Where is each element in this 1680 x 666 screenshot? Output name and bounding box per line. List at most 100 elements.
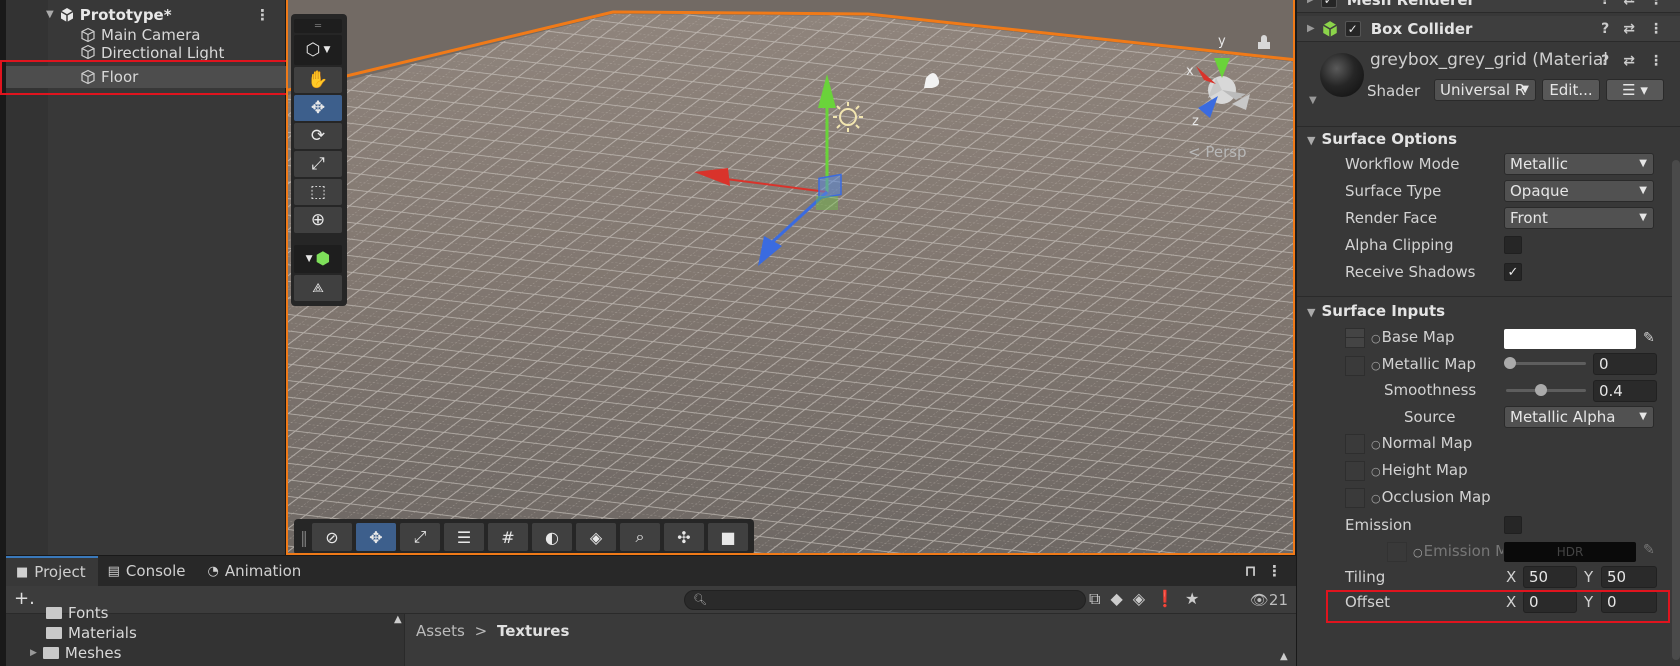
material-preview-sphere[interactable] [1320,53,1364,97]
smoothness-source-dropdown[interactable]: Metallic Alpha ▼ [1504,406,1654,428]
surface-inputs-header[interactable]: ▼ Surface Inputs [1307,302,1445,320]
hierarchy-item-main-camera[interactable]: Main Camera [6,24,286,45]
metallic-value-field[interactable]: 0 [1593,353,1657,375]
expand-arrow-icon[interactable]: ▼ [46,9,54,20]
layers-button[interactable]: ◈ [576,523,616,551]
folder-item-fonts[interactable]: Fonts [46,606,108,620]
help-icon[interactable]: ? [1601,53,1609,69]
component-enable-checkbox[interactable]: ✓ [1344,20,1361,37]
hierarchy-item-directional-light[interactable]: Directional Light [6,44,286,60]
surface-type-dropdown[interactable]: Opaque ▼ [1504,180,1654,202]
navigation-button[interactable]: ⊘ [312,523,352,551]
rect-tool-button[interactable]: ⬚ [294,179,342,205]
hierarchy-scene-row[interactable]: ▼ Prototype* ⋮ [6,4,286,25]
alpha-clipping-checkbox[interactable] [1504,236,1522,254]
tab-project[interactable]: ■ Project [6,556,98,586]
kebab-menu-icon[interactable]: ⋮ [255,6,270,24]
pivot-button[interactable]: ✣ [664,523,704,551]
normal-map-texture-slot[interactable] [1345,434,1365,454]
scroll-up-arrow-icon[interactable]: ▲ [1280,651,1288,662]
folder-item-materials[interactable]: Materials [46,624,137,642]
base-map-texture-slot[interactable] [1345,328,1365,348]
view-options-button[interactable]: ⬡ ▼ [294,35,342,65]
tiling-y-field[interactable]: 50 [1601,566,1657,588]
component-mesh-renderer[interactable]: ▶ ✓ Mesh Renderer ? ⇄ ⋮ [1297,0,1680,13]
hidden-packages-count[interactable]: 👁︎21 [1250,591,1288,609]
component-box-collider[interactable]: ▶ ✓ Box Collider ? ⇄ ⋮ [1297,16,1680,42]
tiling-x-field[interactable]: 50 [1523,566,1577,588]
lock-icon[interactable]: ⊓ [1245,562,1257,580]
shader-dropdown[interactable]: Universal R ▼ [1434,79,1536,101]
warning-icon[interactable]: ❗ [1155,589,1175,609]
base-map-color-swatch[interactable] [1504,329,1636,349]
transform-tool-button[interactable]: ⊕ [294,207,342,233]
inspector-scrollbar[interactable] [1672,160,1680,660]
material-options-button[interactable]: ☰ ▾ [1606,79,1664,101]
offset-x-field[interactable]: 0 [1523,591,1577,613]
create-button[interactable]: +. [14,588,35,609]
tab-animation[interactable]: ◔ Animation [197,556,313,586]
smoothness-slider-knob[interactable] [1535,384,1547,396]
kebab-menu-icon[interactable]: ⋮ [1649,0,1663,8]
settings-sliders-button[interactable]: ☰ [444,523,484,551]
move-tool-button[interactable]: ✥ [294,95,342,121]
filter-type-icon[interactable]: ◆ [1110,589,1122,609]
height-map-texture-slot[interactable] [1345,461,1365,481]
offset-y-field[interactable]: 0 [1601,591,1657,613]
eyedropper-icon[interactable]: ✎ [1643,542,1655,558]
surface-options-header[interactable]: ▼ Surface Options [1307,130,1457,148]
xz-plane-handle[interactable] [816,196,838,210]
hierarchy-item-floor[interactable]: Floor [6,66,286,88]
search-scope-icon[interactable]: ⧉ [1089,589,1100,609]
emission-checkbox[interactable] [1504,516,1522,534]
preset-icon[interactable]: ⇄ [1623,0,1635,8]
camera-button[interactable]: ■ [708,523,748,551]
smoothness-value-field[interactable]: 0.4 [1593,380,1657,402]
breadcrumb-textures[interactable]: Textures [497,622,569,640]
metallic-slider[interactable] [1506,362,1586,365]
emission-map-texture-slot[interactable] [1387,542,1407,562]
search-input[interactable]: 🔍︎ [684,590,1086,610]
edit-shader-button[interactable]: Edit... [1542,79,1600,101]
kebab-menu-icon[interactable]: ⋮ [1649,53,1663,69]
metallic-slider-knob[interactable] [1504,357,1516,369]
component-enable-checkbox[interactable]: ✓ [1320,0,1337,8]
rotate-tool-button[interactable]: ⟳ [294,123,342,149]
expand-arrow-icon[interactable]: ▶ [1307,23,1315,34]
tab-console[interactable]: ▤ Console [98,556,198,586]
search-button[interactable]: ⌕ [620,523,660,551]
eyedropper-icon[interactable]: ✎ [1643,330,1655,346]
emission-color-swatch[interactable]: HDR [1504,542,1636,562]
expand-arrow-icon[interactable]: ▼ [1309,95,1317,106]
scroll-up-arrow-icon[interactable]: ▲ [394,614,402,625]
folder-item-meshes[interactable]: ▶ Meshes [30,644,121,662]
filter-label-icon[interactable]: ◈ [1133,589,1145,609]
breadcrumb-assets[interactable]: Assets [416,622,465,640]
occlusion-map-texture-slot[interactable] [1345,488,1365,508]
metallic-map-texture-slot[interactable] [1345,356,1365,376]
favorite-star-icon[interactable]: ★ [1185,589,1199,609]
scale-snap-button[interactable]: ⤢ [400,523,440,551]
scene-viewport[interactable]: y x z [288,0,1295,555]
probuilder-tool-button[interactable]: ⟁ [294,275,342,301]
overlay-drag-handle[interactable]: ═ [294,19,342,33]
preset-icon[interactable]: ⇄ [1623,21,1635,37]
move-snap-button[interactable]: ✥ [356,523,396,551]
expand-arrow-icon[interactable]: ▶ [1307,0,1315,5]
kebab-menu-icon[interactable]: ⋮ [1267,562,1282,580]
render-face-dropdown[interactable]: Front ▼ [1504,207,1654,229]
shading-button[interactable]: ◐ [532,523,572,551]
overlay-drag-handle[interactable]: ‖ [300,523,308,551]
expand-arrow-icon[interactable]: ▶ [30,648,37,658]
workflow-mode-dropdown[interactable]: Metallic ▼ [1504,153,1654,175]
help-icon[interactable]: ? [1601,0,1609,8]
perspective-toggle[interactable]: < Persp [1188,143,1247,161]
help-icon[interactable]: ? [1601,21,1609,37]
preset-icon[interactable]: ⇄ [1623,53,1635,69]
scene-view[interactable]: y x z < Persp ═ ⬡ ▼ ✋ ✥ ⟳ ⤢ ⬚ ⊕ ▼ ⬢ ⟁ ‖ ⊘ … [286,0,1295,555]
receive-shadows-checkbox[interactable]: ✓ [1504,263,1522,281]
kebab-menu-icon[interactable]: ⋮ [1649,21,1663,37]
xy-plane-handle[interactable] [818,173,842,200]
scale-tool-button[interactable]: ⤢ [294,151,342,177]
hand-tool-button[interactable]: ✋ [294,67,342,93]
